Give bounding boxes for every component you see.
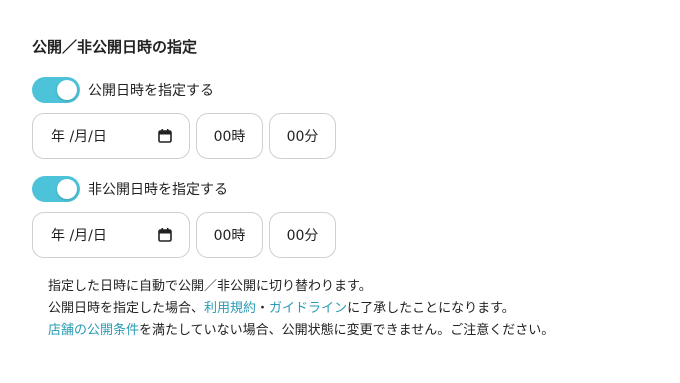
section-title: 公開／非公開日時の指定	[32, 38, 198, 56]
publish-date-placeholder: 年 /月/日	[51, 129, 107, 145]
notes-line-2: 公開日時を指定した場合、利用規約・ガイドラインに了承したことになります。	[48, 298, 554, 320]
notes-separator: ・	[256, 301, 270, 316]
publish-minute-select[interactable]: 00分	[269, 113, 336, 159]
unpublish-datetime-row: 年 /月/日 00時 00分	[32, 212, 336, 258]
publish-conditions-link[interactable]: 店舗の公開条件	[48, 323, 139, 338]
publish-date-input[interactable]: 年 /月/日	[32, 113, 190, 159]
notes-line-2-prefix: 公開日時を指定した場合、	[48, 301, 205, 316]
notes-line-1: 指定した日時に自動で公開／非公開に切り替わります。	[48, 279, 372, 294]
publish-hour-select[interactable]: 00時	[196, 113, 263, 159]
unpublish-toggle-knob	[57, 179, 77, 199]
publish-toggle-row: 公開日時を指定する	[32, 77, 214, 103]
publish-schedule-panel: 公開／非公開日時の指定 公開日時を指定する 年 /月/日 00時 00分 非公開…	[0, 0, 680, 383]
calendar-icon[interactable]	[157, 128, 173, 144]
publish-hour-value: 00時	[213, 129, 246, 145]
unpublish-date-placeholder: 年 /月/日	[51, 228, 107, 244]
unpublish-hour-value: 00時	[213, 228, 246, 244]
publish-minute-value: 00分	[286, 129, 319, 145]
notes-line-3-suffix: を満たしていない場合、公開状態に変更できません。ご注意ください。	[139, 323, 555, 338]
publish-toggle[interactable]	[32, 77, 80, 103]
unpublish-date-input[interactable]: 年 /月/日	[32, 212, 190, 258]
guidelines-link[interactable]: ガイドライン	[269, 301, 347, 316]
publish-toggle-knob	[57, 80, 77, 100]
unpublish-minute-value: 00分	[286, 228, 319, 244]
unpublish-hour-select[interactable]: 00時	[196, 212, 263, 258]
unpublish-minute-select[interactable]: 00分	[269, 212, 336, 258]
unpublish-toggle[interactable]	[32, 176, 80, 202]
notes-line-3: 店舗の公開条件を満たしていない場合、公開状態に変更できません。ご注意ください。	[48, 320, 554, 342]
publish-datetime-row: 年 /月/日 00時 00分	[32, 113, 336, 159]
unpublish-toggle-row: 非公開日時を指定する	[32, 176, 228, 202]
terms-link[interactable]: 利用規約	[204, 301, 256, 316]
notes-line-2-suffix: に了承したことになります。	[347, 301, 515, 316]
notes: 指定した日時に自動で公開／非公開に切り替わります。 公開日時を指定した場合、利用…	[48, 276, 554, 342]
unpublish-toggle-label: 非公開日時を指定する	[88, 182, 228, 198]
calendar-icon[interactable]	[157, 227, 173, 243]
publish-toggle-label: 公開日時を指定する	[88, 83, 214, 99]
